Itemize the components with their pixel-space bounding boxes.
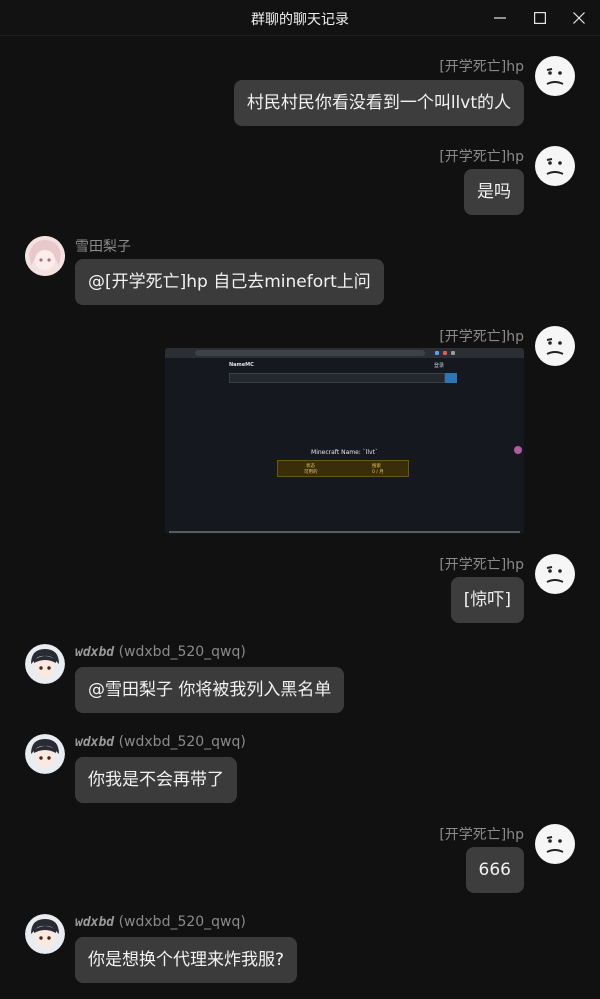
avatar[interactable]	[535, 554, 575, 594]
extension-icon	[451, 351, 455, 355]
extension-icon	[435, 351, 439, 355]
anime-boy-avatar-icon	[25, 734, 65, 774]
title-bar: 群聊的聊天记录	[0, 0, 600, 36]
confused-face-icon	[546, 68, 564, 85]
minimize-button[interactable]	[487, 6, 513, 30]
message-bubble[interactable]: 你我是不会再带了	[75, 757, 237, 803]
sender-id: (wdxbd_520_qwq)	[118, 734, 246, 750]
close-button[interactable]	[566, 6, 592, 30]
sender-name: [开学死亡]hp	[439, 827, 524, 843]
avatar[interactable]	[25, 734, 65, 774]
anime-girl-avatar-icon	[25, 236, 65, 276]
maximize-button[interactable]	[527, 6, 553, 30]
confused-face-icon	[546, 338, 564, 355]
confused-face-icon	[546, 566, 564, 583]
site-logo: NameMC	[229, 362, 254, 368]
sender-name: [开学死亡]hp	[439, 557, 524, 573]
sender-name: 雪田梨子	[75, 239, 131, 255]
sender-nickname: wdxbd	[75, 735, 115, 750]
status-box: 状态 可用的 搜索 0 / 月	[277, 460, 409, 477]
namemc-heading: Minecraft Name: `llvt`	[311, 449, 378, 456]
sender-name: wdxbd (wdxbd_520_qwq)	[75, 734, 246, 750]
address-bar	[195, 350, 425, 356]
scrollbar	[169, 531, 520, 533]
message-bubble[interactable]: 村民村民你看没看到一个叫llvt的人	[233, 80, 524, 126]
maximize-icon	[534, 12, 546, 24]
browser-toolbar	[165, 348, 524, 358]
avatar[interactable]	[535, 326, 575, 366]
confused-face-icon	[546, 158, 564, 175]
sender-nickname: wdxbd	[75, 645, 115, 660]
search-count-value: 0 / 月	[372, 470, 384, 475]
message-bubble[interactable]: 你是想换个代理来炸我服?	[75, 937, 298, 983]
avatar[interactable]	[535, 56, 575, 96]
anime-boy-avatar-icon	[25, 914, 65, 954]
avatar[interactable]	[535, 824, 575, 864]
message-bubble[interactable]: [惊吓]	[450, 577, 524, 623]
sender-name: [开学死亡]hp	[439, 59, 524, 75]
close-icon	[573, 12, 585, 24]
status-value: 可用的	[304, 470, 318, 475]
signin-link: 登录	[434, 363, 445, 369]
sender-id: (wdxbd_520_qwq)	[118, 914, 246, 930]
extension-icon	[443, 351, 447, 355]
sender-name: wdxbd (wdxbd_520_qwq)	[75, 644, 246, 660]
search-icon	[445, 373, 457, 383]
minimize-icon	[494, 17, 506, 19]
anime-boy-avatar-icon	[25, 644, 65, 684]
confused-face-icon	[546, 836, 564, 853]
message-bubble[interactable]: @[开学死亡]hp 自己去minefort上问	[75, 259, 384, 305]
message-bubble[interactable]: 是吗	[464, 169, 524, 215]
avatar[interactable]	[25, 644, 65, 684]
side-widget-icon	[514, 446, 522, 454]
screenshot-image[interactable]: NameMC 登录 Minecraft Name: `llvt` 状态 可用的 …	[165, 348, 524, 534]
sender-name: [开学死亡]hp	[439, 149, 524, 165]
site-search-input	[229, 373, 445, 383]
sender-name: wdxbd (wdxbd_520_qwq)	[75, 914, 246, 930]
avatar[interactable]	[535, 146, 575, 186]
sender-id: (wdxbd_520_qwq)	[118, 644, 246, 660]
sender-name: [开学死亡]hp	[439, 329, 524, 345]
sender-nickname: wdxbd	[75, 915, 115, 930]
avatar[interactable]	[25, 236, 65, 276]
message-bubble[interactable]: @雪田梨子 你将被我列入黑名单	[75, 667, 345, 713]
message-bubble[interactable]: 666	[465, 847, 524, 893]
avatar[interactable]	[25, 914, 65, 954]
